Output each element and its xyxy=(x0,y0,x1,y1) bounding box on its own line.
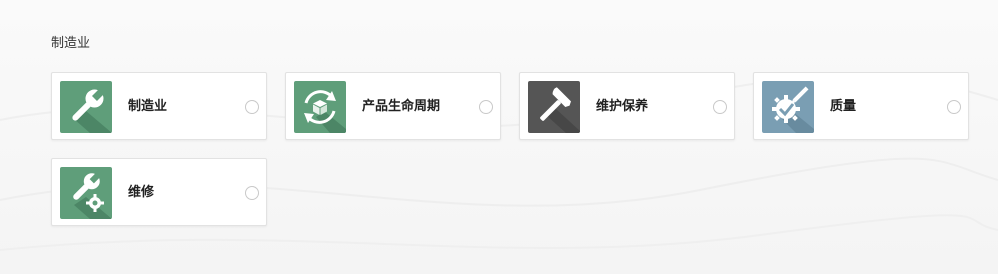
app-card-label: 维护保养 xyxy=(596,99,649,114)
select-radio[interactable] xyxy=(479,100,493,114)
quality-gear-check-icon xyxy=(762,81,814,133)
app-card-repair[interactable]: 维修 xyxy=(51,158,267,226)
select-radio[interactable] xyxy=(713,100,727,114)
section-title: 制造业 xyxy=(51,36,91,51)
app-card-quality[interactable]: 质量 xyxy=(753,72,969,140)
app-card-label: 产品生命周期 xyxy=(362,99,441,114)
app-card-maintenance[interactable]: 维护保养 xyxy=(519,72,735,140)
select-radio[interactable] xyxy=(245,100,259,114)
app-card-product-lifecycle[interactable]: 产品生命周期 xyxy=(285,72,501,140)
app-card-label: 质量 xyxy=(830,99,857,114)
app-card-label: 制造业 xyxy=(128,99,168,114)
hammer-icon xyxy=(528,81,580,133)
wrench-gear-icon xyxy=(60,167,112,219)
select-radio[interactable] xyxy=(947,100,961,114)
app-card-label: 维修 xyxy=(128,185,155,200)
wrench-icon xyxy=(60,81,112,133)
select-radio[interactable] xyxy=(245,186,259,200)
lifecycle-box-icon xyxy=(294,81,346,133)
app-card-manufacturing[interactable]: 制造业 xyxy=(51,72,267,140)
